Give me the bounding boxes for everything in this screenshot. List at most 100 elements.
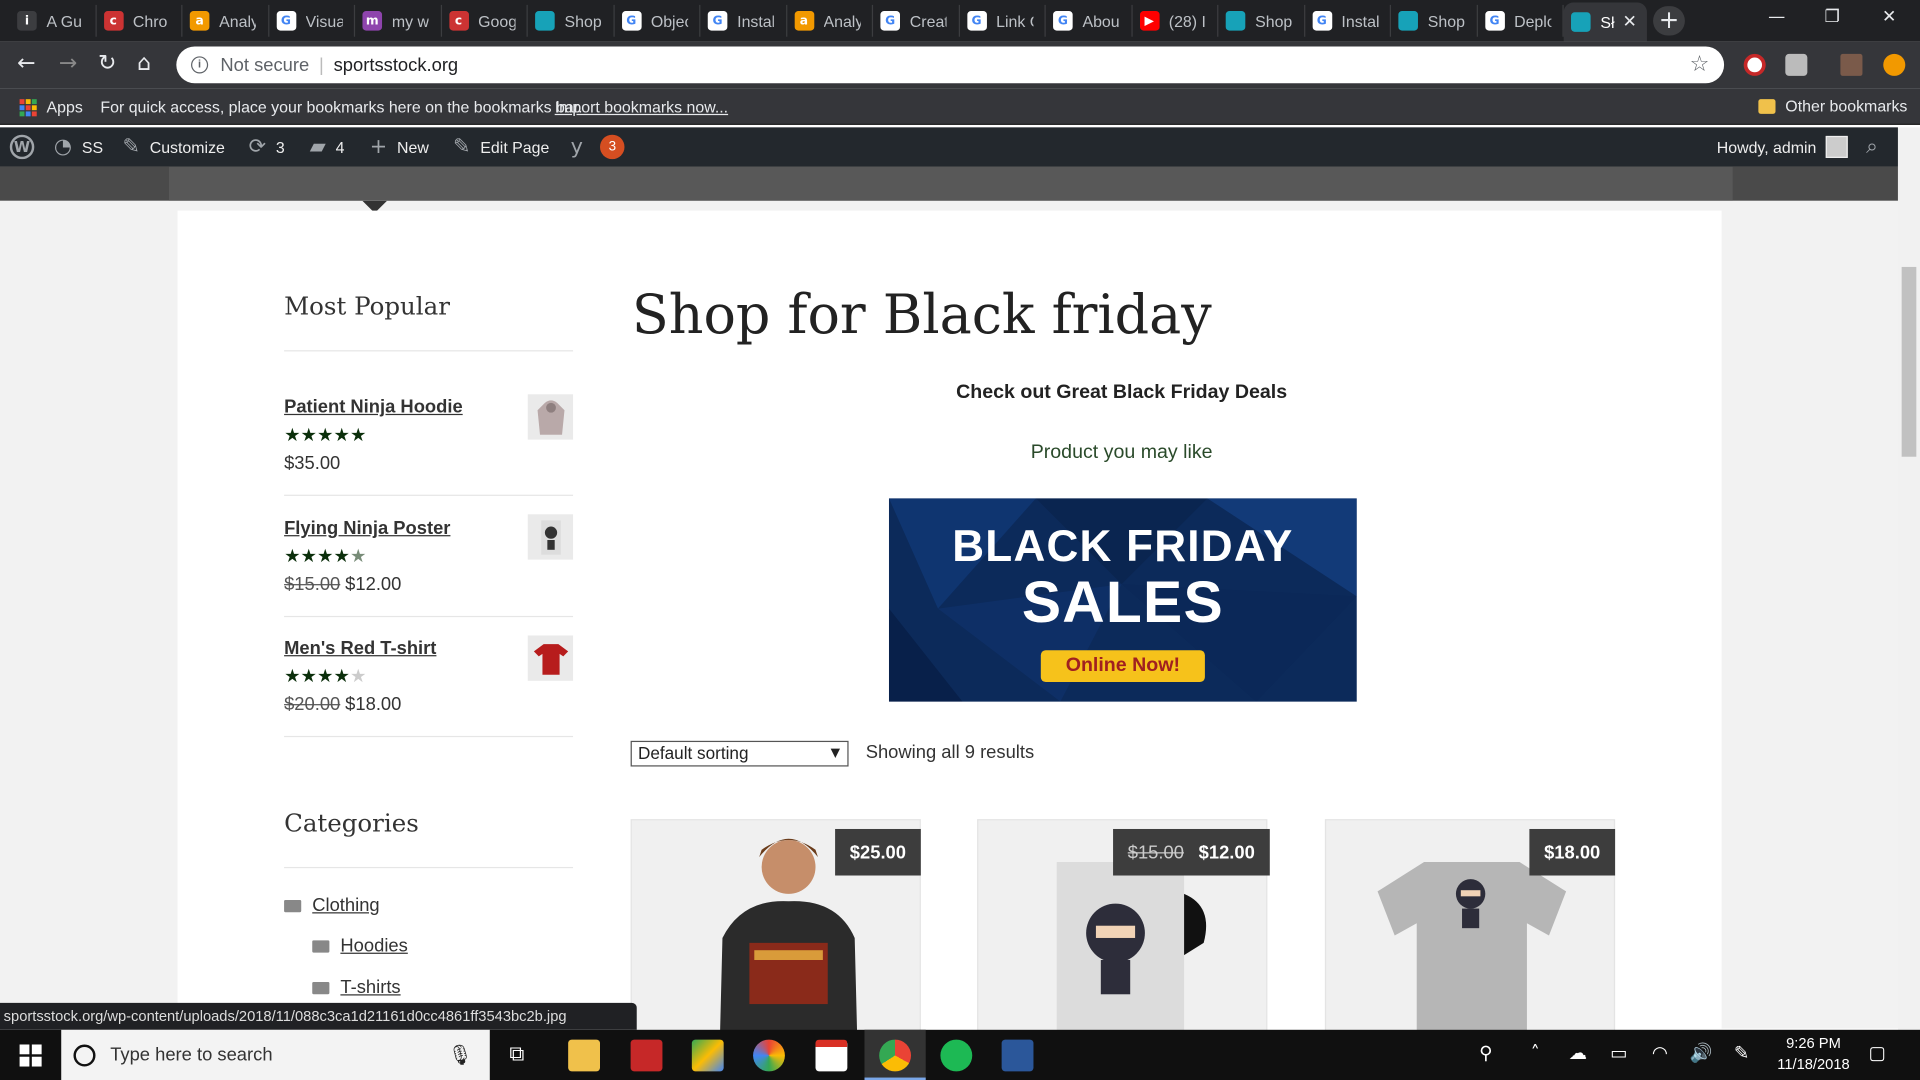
browser-tab[interactable]: c Chro — [96, 4, 183, 37]
browser-tab[interactable]: G Objec — [614, 4, 701, 37]
sorting-select[interactable]: Default sorting ▼ — [630, 740, 849, 767]
onedrive-icon[interactable]: ☁ — [1569, 1042, 1587, 1064]
price-value: $12.00 — [1198, 841, 1255, 863]
pen-icon[interactable]: ✎ — [1734, 1042, 1749, 1064]
notification-icon[interactable]: ▢ — [1869, 1042, 1886, 1064]
scrollbar-thumb[interactable] — [1901, 266, 1917, 457]
import-bookmarks-link[interactable]: Import bookmarks now... — [555, 98, 728, 116]
site-name-menu[interactable]: ◔ SS — [54, 127, 103, 166]
bookmark-star-icon[interactable]: ☆ — [1690, 51, 1710, 77]
wifi-icon[interactable]: ◠ — [1652, 1042, 1668, 1064]
microphone-icon[interactable]: 🎙 — [448, 1043, 473, 1066]
maximize-icon[interactable]: ❐ — [1824, 7, 1839, 27]
category-link[interactable]: Clothing — [312, 895, 379, 916]
spotify-icon[interactable] — [940, 1039, 973, 1072]
popular-product-title[interactable]: Patient Ninja Hoodie — [284, 397, 463, 418]
updates-link[interactable]: ⟳ 3 — [249, 127, 285, 166]
wordpress-logo[interactable]: W — [9, 127, 44, 166]
close-window-icon[interactable]: ✕ — [1882, 7, 1896, 27]
browser-tab[interactable]: Shop — [528, 4, 615, 37]
divider — [284, 350, 574, 352]
product-thumbnail[interactable] — [527, 394, 574, 440]
new-tab-button[interactable]: + — [1653, 6, 1685, 36]
apps-shortcut[interactable]: Apps — [19, 98, 83, 116]
start-button[interactable] — [19, 1044, 42, 1067]
popular-product-title[interactable]: Men's Red T-shirt — [284, 638, 436, 659]
address-bar[interactable]: i Not secure | sportsstock.org ☆ — [176, 46, 1725, 84]
browser-tab[interactable]: Sł ✕ — [1563, 2, 1647, 42]
other-bookmarks[interactable]: Other bookmarks — [1758, 97, 1907, 115]
info-icon[interactable]: i — [191, 56, 209, 74]
browser-tab[interactable]: Shop — [1391, 4, 1478, 37]
volume-icon[interactable]: 🔊 — [1690, 1042, 1713, 1064]
security-label: Not secure — [220, 54, 310, 76]
mcafee-icon[interactable] — [630, 1039, 663, 1072]
extension-icon[interactable] — [1743, 53, 1766, 76]
hoodie-icon — [536, 399, 564, 435]
browser-tab[interactable]: ▶ (28) I — [1132, 4, 1219, 37]
browser-tab[interactable]: G Instal — [1305, 4, 1392, 37]
browser-tab[interactable]: Shop — [1218, 4, 1305, 37]
star-rating: ★★★★★ — [284, 664, 367, 687]
product-thumbnail[interactable] — [527, 514, 574, 560]
folder-icon — [312, 939, 330, 953]
browser-tab[interactable]: G Deplo — [1477, 4, 1564, 37]
reload-icon[interactable]: ↻ — [98, 50, 116, 76]
file-explorer-icon[interactable] — [568, 1039, 601, 1072]
browser-tab[interactable]: G Link C — [959, 4, 1046, 37]
new-content-link[interactable]: + New — [370, 127, 429, 166]
pencil-icon: ✎ — [453, 134, 471, 160]
browser-tab[interactable]: a Analy — [182, 4, 269, 37]
browser-tab[interactable]: a Analy — [787, 4, 874, 37]
browser-tab[interactable]: G Visua — [269, 4, 356, 37]
category-item[interactable]: T-shirts — [312, 977, 401, 998]
account-menu[interactable]: Howdy, admin — [1717, 127, 1849, 166]
taskbar-search[interactable]: Type here to search 🎙 — [61, 1029, 490, 1080]
browser-tab[interactable]: G Creat — [873, 4, 960, 37]
people-icon[interactable]: ⚲ — [1479, 1042, 1492, 1064]
browser-tab[interactable]: i A Gu — [10, 4, 97, 37]
category-link[interactable]: Hoodies — [340, 936, 407, 957]
tab-favicon-icon — [1225, 11, 1246, 31]
browser-tab[interactable]: c Goog — [441, 4, 528, 37]
plus-icon: + — [369, 134, 388, 160]
back-icon[interactable]: ← — [17, 50, 35, 76]
task-view-icon[interactable]: ⧉ — [509, 1042, 524, 1066]
browser-tab[interactable]: m my w — [355, 4, 442, 37]
customize-link[interactable]: ✎ Customize — [122, 127, 224, 166]
url-text[interactable]: sportsstock.org — [334, 54, 459, 75]
banner-button[interactable]: Online Now! — [1040, 650, 1205, 683]
home-icon[interactable]: ⌂ — [137, 50, 151, 76]
forward-icon[interactable]: → — [59, 50, 77, 76]
word-icon[interactable] — [1001, 1039, 1034, 1072]
gmail-icon[interactable] — [815, 1039, 848, 1072]
windows-taskbar: Type here to search 🎙 ⧉ ⚲ ˄ ☁ ▭ ◠ 🔊 ✎ 9:… — [0, 1029, 1920, 1080]
category-item[interactable]: Hoodies — [312, 936, 408, 957]
tab-favicon-icon: G — [276, 11, 296, 31]
black-friday-banner[interactable]: BLACK FRIDAY SALES Online Now! — [888, 498, 1357, 702]
google-photos-icon[interactable] — [753, 1039, 785, 1072]
extension-icon[interactable] — [1785, 53, 1808, 76]
menu-icon[interactable] — [1883, 53, 1906, 76]
tab-favicon-icon: G — [966, 11, 987, 31]
chrome-icon[interactable] — [879, 1039, 912, 1072]
clock[interactable]: 9:26 PM 11/18/2018 — [1773, 1033, 1854, 1075]
yoast-menu[interactable]: y 3 — [571, 127, 625, 166]
product-thumbnail[interactable] — [527, 635, 574, 681]
browser-tab[interactable]: G Instal — [700, 4, 787, 37]
browser-tab[interactable]: G Abou — [1046, 4, 1133, 37]
tab-close-icon[interactable]: ✕ — [1622, 12, 1636, 32]
popular-product-title[interactable]: Flying Ninja Poster — [284, 518, 450, 539]
battery-icon[interactable]: ▭ — [1610, 1042, 1627, 1064]
avatar — [1826, 135, 1849, 158]
google-drive-icon[interactable] — [691, 1039, 724, 1072]
category-link[interactable]: T-shirts — [340, 977, 400, 998]
scrollbar[interactable] — [1897, 127, 1920, 1030]
edit-page-link[interactable]: ✎ Edit Page — [453, 127, 549, 166]
category-item[interactable]: Clothing — [284, 895, 380, 916]
profile-avatar[interactable] — [1840, 53, 1863, 76]
search-icon[interactable]: ⌕ — [1866, 127, 1878, 166]
chevron-up-icon[interactable]: ˄ — [1531, 1042, 1540, 1064]
minimize-icon[interactable]: — — [1768, 7, 1785, 27]
comments-link[interactable]: ▰ 4 — [310, 127, 345, 166]
